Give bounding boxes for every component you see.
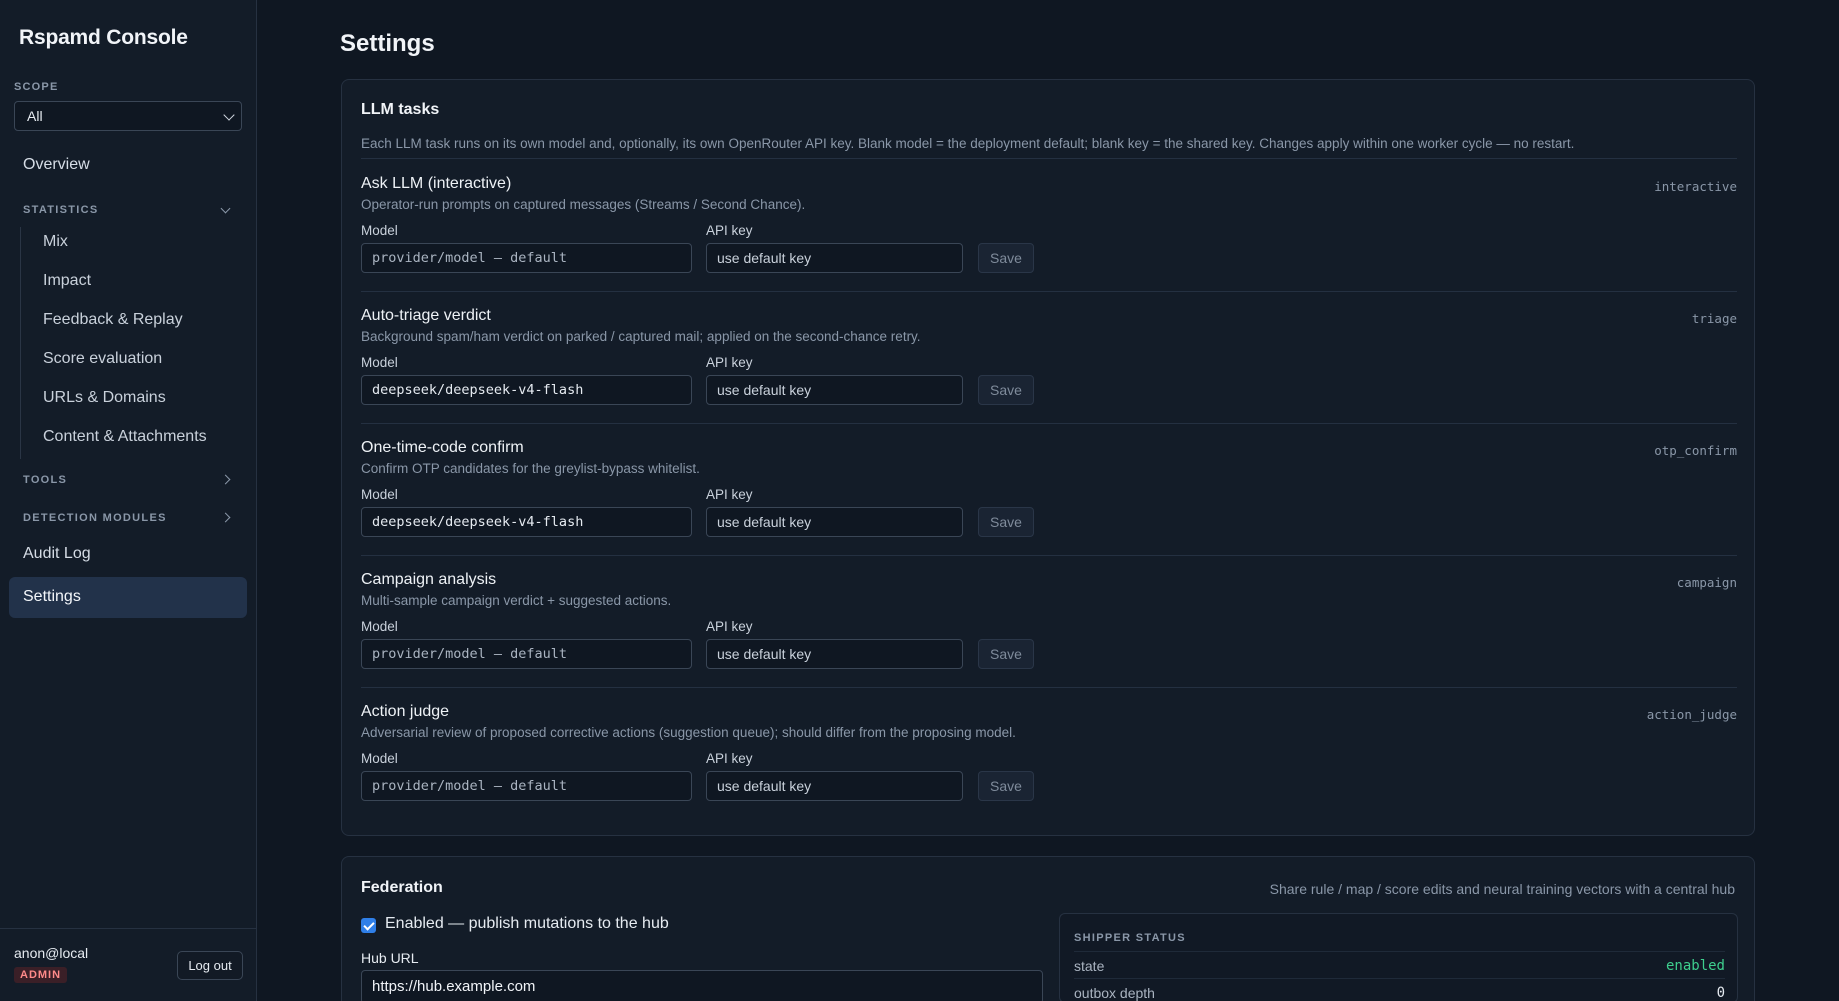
model-label: Model: [361, 751, 398, 766]
api-key-input[interactable]: use default key: [706, 507, 963, 537]
federation-title: Federation: [361, 879, 443, 896]
model-label: Model: [361, 487, 398, 502]
model-input[interactable]: provider/model — default: [361, 771, 692, 801]
scope-label: SCOPE: [14, 81, 59, 93]
divider: [361, 158, 1737, 159]
sidebar-item-settings[interactable]: Settings: [9, 577, 247, 618]
api-key-input[interactable]: use default key: [706, 771, 963, 801]
llm-task-otp-confirm: One-time-code confirm otp_confirm Confir…: [361, 439, 1737, 571]
shipper-row-value: enabled: [1665, 958, 1725, 974]
task-description: Multi-sample campaign verdict + suggeste…: [361, 593, 672, 608]
llm-task-interactive: Ask LLM (interactive) interactive Operat…: [361, 175, 1737, 307]
sidebar-item-content-attachments[interactable]: Content & Attachments: [43, 428, 207, 446]
shipper-row-outbox-depth: outbox depth 0: [1074, 978, 1725, 1001]
sidebar-item-score-evaluation[interactable]: Score evaluation: [43, 350, 162, 368]
task-title: One-time-code confirm: [361, 439, 524, 456]
logout-button[interactable]: Log out: [177, 951, 243, 980]
sidebar-item-mix[interactable]: Mix: [43, 233, 68, 251]
sidebar-section-statistics[interactable]: STATISTICS: [23, 204, 99, 216]
federation-card: Federation Share rule / map / score edit…: [341, 856, 1755, 1001]
task-title: Campaign analysis: [361, 571, 497, 588]
task-title: Ask LLM (interactive): [361, 175, 512, 192]
shipper-status-title: SHIPPER STATUS: [1074, 932, 1186, 944]
divider: [361, 291, 1737, 292]
task-title: Action judge: [361, 703, 450, 720]
sidebar-item-overview[interactable]: Overview: [23, 156, 90, 174]
chevron-right-icon[interactable]: [220, 474, 231, 485]
shipper-row-key: state: [1074, 958, 1105, 974]
task-key: action_judge: [1646, 707, 1737, 722]
scope-selected-value: All: [27, 108, 43, 124]
api-key-label: API key: [706, 751, 753, 766]
model-label: Model: [361, 619, 398, 634]
save-button[interactable]: Save: [978, 243, 1034, 273]
sidebar: Rspamd Console SCOPE All Overview STATIS…: [0, 0, 257, 1001]
sidebar-item-impact[interactable]: Impact: [43, 272, 91, 290]
shipper-status-panel: SHIPPER STATUS state enabled outbox dept…: [1059, 913, 1738, 1001]
api-key-input[interactable]: use default key: [706, 375, 963, 405]
api-key-label: API key: [706, 619, 753, 634]
api-key-label: API key: [706, 487, 753, 502]
app-title: Rspamd Console: [19, 26, 188, 49]
role-badge: ADMIN: [14, 967, 68, 983]
page-title: Settings: [340, 30, 435, 57]
divider: [361, 555, 1737, 556]
save-button[interactable]: Save: [978, 507, 1034, 537]
llm-tasks-title: LLM tasks: [361, 101, 440, 118]
federation-enabled-checkbox[interactable]: [361, 918, 376, 933]
model-input[interactable]: deepseek/deepseek-v4-flash: [361, 507, 692, 537]
task-key: otp_confirm: [1654, 443, 1737, 458]
model-input[interactable]: provider/model — default: [361, 243, 692, 273]
federation-description: Share rule / map / score edits and neura…: [1269, 881, 1735, 897]
llm-tasks-description: Each LLM task runs on its own model and,…: [361, 136, 1575, 151]
task-title: Auto-triage verdict: [361, 307, 491, 324]
model-input[interactable]: provider/model — default: [361, 639, 692, 669]
sidebar-item-urls-domains[interactable]: URLs & Domains: [43, 389, 166, 407]
model-input[interactable]: deepseek/deepseek-v4-flash: [361, 375, 692, 405]
task-description: Background spam/ham verdict on parked / …: [361, 329, 921, 344]
chevron-right-icon[interactable]: [220, 512, 231, 523]
hub-url-label: Hub URL: [361, 950, 419, 966]
model-label: Model: [361, 355, 398, 370]
llm-tasks-card: LLM tasks Each LLM task runs on its own …: [341, 79, 1755, 836]
model-label: Model: [361, 223, 398, 238]
llm-task-campaign: Campaign analysis campaign Multi-sample …: [361, 571, 1737, 703]
shipper-row-key: outbox depth: [1074, 985, 1155, 1001]
sidebar-section-tools[interactable]: TOOLS: [23, 474, 67, 486]
task-description: Confirm OTP candidates for the greylist-…: [361, 461, 700, 476]
user-email: anon@local: [14, 945, 89, 961]
sidebar-section-detection-modules[interactable]: DETECTION MODULES: [23, 512, 167, 524]
api-key-label: API key: [706, 223, 753, 238]
sidebar-item-settings-label: Settings: [23, 588, 81, 605]
llm-task-action-judge: Action judge action_judge Adversarial re…: [361, 703, 1737, 835]
divider: [361, 423, 1737, 424]
api-key-input[interactable]: use default key: [706, 639, 963, 669]
federation-enabled-label[interactable]: Enabled — publish mutations to the hub: [385, 915, 669, 933]
hub-url-input[interactable]: https://hub.example.com: [361, 970, 1043, 1001]
task-key: campaign: [1676, 575, 1737, 590]
task-key: triage: [1691, 311, 1737, 326]
sidebar-item-feedback-replay[interactable]: Feedback & Replay: [43, 311, 183, 329]
api-key-input[interactable]: use default key: [706, 243, 963, 273]
shipper-row-value: 0: [1716, 985, 1725, 1001]
save-button[interactable]: Save: [978, 771, 1034, 801]
sidebar-item-audit-log[interactable]: Audit Log: [23, 545, 91, 563]
task-key: interactive: [1654, 179, 1737, 194]
chevron-down-icon: [223, 109, 235, 121]
save-button[interactable]: Save: [978, 639, 1034, 669]
sidebar-footer: anon@local ADMIN Log out: [0, 928, 257, 1001]
llm-task-triage: Auto-triage verdict triage Background sp…: [361, 307, 1737, 439]
api-key-label: API key: [706, 355, 753, 370]
save-button[interactable]: Save: [978, 375, 1034, 405]
task-description: Operator-run prompts on captured message…: [361, 197, 806, 212]
scope-select[interactable]: All: [14, 101, 242, 131]
divider: [361, 687, 1737, 688]
shipper-row-state: state enabled: [1074, 951, 1725, 977]
chevron-down-icon[interactable]: [220, 203, 231, 214]
task-description: Adversarial review of proposed correctiv…: [361, 725, 1016, 740]
statistics-group-line: [20, 227, 21, 459]
